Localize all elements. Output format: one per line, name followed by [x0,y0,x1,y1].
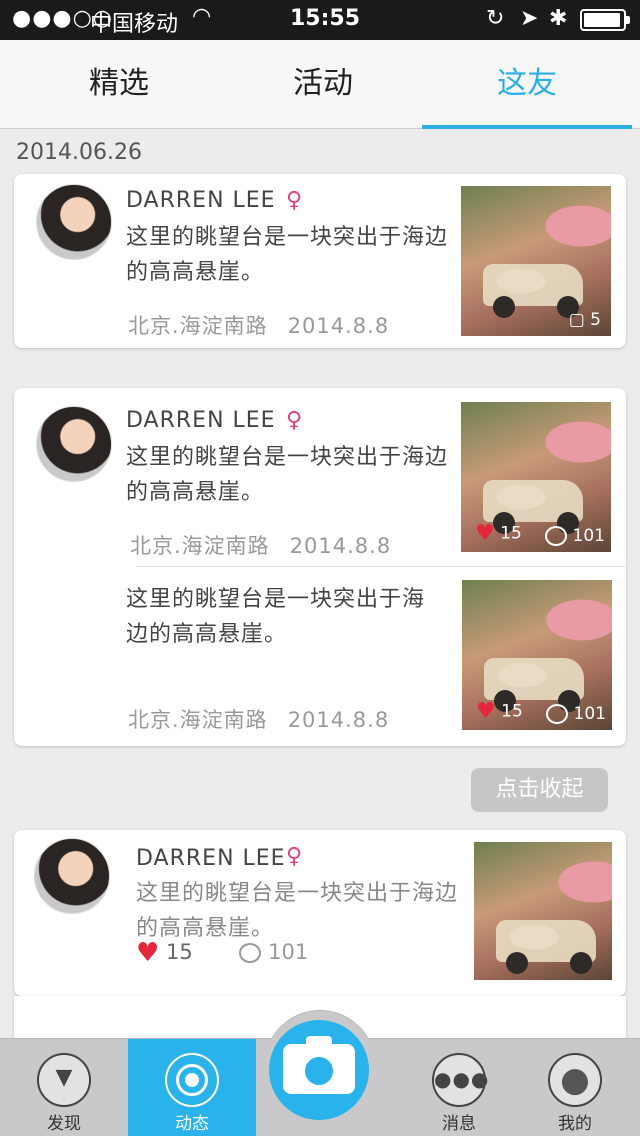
like-count: 15 [500,523,522,544]
post-card[interactable]: DARREN LEE ♀ 这里的眺望台是一块突出于海边的高高悬崖。 ♥ 15 1… [14,830,626,996]
tab-featured[interactable]: 精选 [14,40,224,128]
photo-wheel [506,952,528,974]
post-card[interactable]: DARREN LEE ♀ 这里的眺望台是一块突出于海边的高高悬崖。 北京.海淀南… [14,388,626,746]
tab-feed[interactable]: 动态 [128,1039,256,1136]
heart-icon: ♥ [476,699,496,724]
battery-fill [584,13,620,27]
post-meta: 北京.海淀南路 2014.8.8 [130,530,391,560]
tab-label: 发现 [47,1114,81,1134]
female-icon: ♀ [286,188,303,213]
user-name[interactable]: DARREN LEE [136,846,286,871]
post-location: 北京.海淀南路 [128,314,268,338]
comment-icon [546,704,569,724]
post-meta: 北京.海淀南路 2014.8.8 [128,704,389,734]
post-text: 这里的眺望台是一块突出于海边的高高悬崖。 [126,587,426,647]
photo-count: 5 [590,310,601,330]
location-icon: ➤ [520,6,539,31]
post-date: 2014.8.8 [287,708,390,732]
photo-wheel [570,952,592,974]
like-count: 15 [166,940,193,964]
photo-stats: ♥ 15 [476,699,523,724]
post-text: 这里的眺望台是一块突出于海边的高高悬崖。 [126,225,449,285]
tab-activities[interactable]: 活动 [218,40,428,128]
heart-icon[interactable]: ♥ [136,938,159,968]
tab-friends[interactable]: 这友 [422,40,632,129]
date-header: 2014.06.26 [16,140,142,165]
lock-rotation-icon: ↻ [486,6,505,31]
post-photo[interactable] [474,842,612,980]
photo-wheel [493,296,515,318]
post-text: 这里的眺望台是一块突出于海边的高高悬崖。 [136,881,459,941]
post-date: 2014.8.8 [287,314,390,338]
collapse-button[interactable]: 点击收起 [471,768,608,812]
compass-icon: ▼ [37,1053,91,1107]
photo-stats: ♥ 15 [475,521,522,546]
user-name[interactable]: DARREN LEE [126,188,276,213]
battery-icon [580,9,630,31]
tab-discover[interactable]: ▼ 发现 [0,1039,128,1136]
avatar[interactable] [34,838,110,914]
comment-count: 101 [572,526,605,546]
post-photo[interactable]: ♥ 15 101 [461,402,611,552]
tab-mine[interactable]: ● 我的 [511,1039,639,1136]
feed-icon [165,1053,219,1107]
photo-stats: 101 [545,526,605,546]
post-text: 这里的眺望台是一块突出于海边的高高悬崖。 [126,445,449,505]
photo-count-badge: ▢ 5 [569,310,601,330]
comment-icon [545,526,568,546]
tab-messages[interactable]: ●●● 消息 [395,1039,523,1136]
post-location: 北京.海淀南路 [128,708,268,732]
tab-label: 消息 [442,1114,476,1134]
divider [136,566,626,567]
post-location: 北京.海淀南路 [130,534,270,558]
wifi-icon: ◠ [192,4,212,29]
tab-label: 动态 [175,1114,209,1134]
camera-lens-icon [301,1053,337,1089]
avatar[interactable] [36,406,112,482]
heart-icon: ♥ [475,521,495,546]
profile-icon: ● [548,1053,602,1107]
tab-label: 我的 [558,1114,592,1134]
messages-icon: ●●● [432,1053,488,1107]
post-photo[interactable]: ▢ 5 [461,186,611,336]
status-bar: ●●●○○ 中国移动 ◠ 15:55 ↻ ➤ ✱ [0,0,640,40]
avatar[interactable] [36,184,112,260]
photos-icon: ▢ [568,310,585,330]
comment-icon[interactable] [239,943,262,963]
status-time: 15:55 [290,6,361,31]
comment-count: 101 [573,704,606,724]
carrier-label: 中国移动 [90,12,179,37]
female-icon: ♀ [286,408,303,433]
like-count: 15 [501,701,523,722]
photo-stats: 101 [546,704,606,724]
post-date: 2014.8.8 [289,534,392,558]
post-card[interactable]: DARREN LEE ♀ 这里的眺望台是一块突出于海边的高高悬崖。 北京.海淀南… [14,174,626,348]
post-meta: 北京.海淀南路 2014.8.8 [128,310,389,340]
top-tabs: 精选 活动 这友 [0,40,640,129]
user-name[interactable]: DARREN LEE [126,408,276,433]
post-stats: ♥ 15 101 [136,938,308,968]
post-photo[interactable]: ♥ 15 101 [462,580,612,730]
female-icon: ♀ [286,844,303,869]
comment-count: 101 [268,940,309,964]
bluetooth-icon: ✱ [549,6,568,31]
